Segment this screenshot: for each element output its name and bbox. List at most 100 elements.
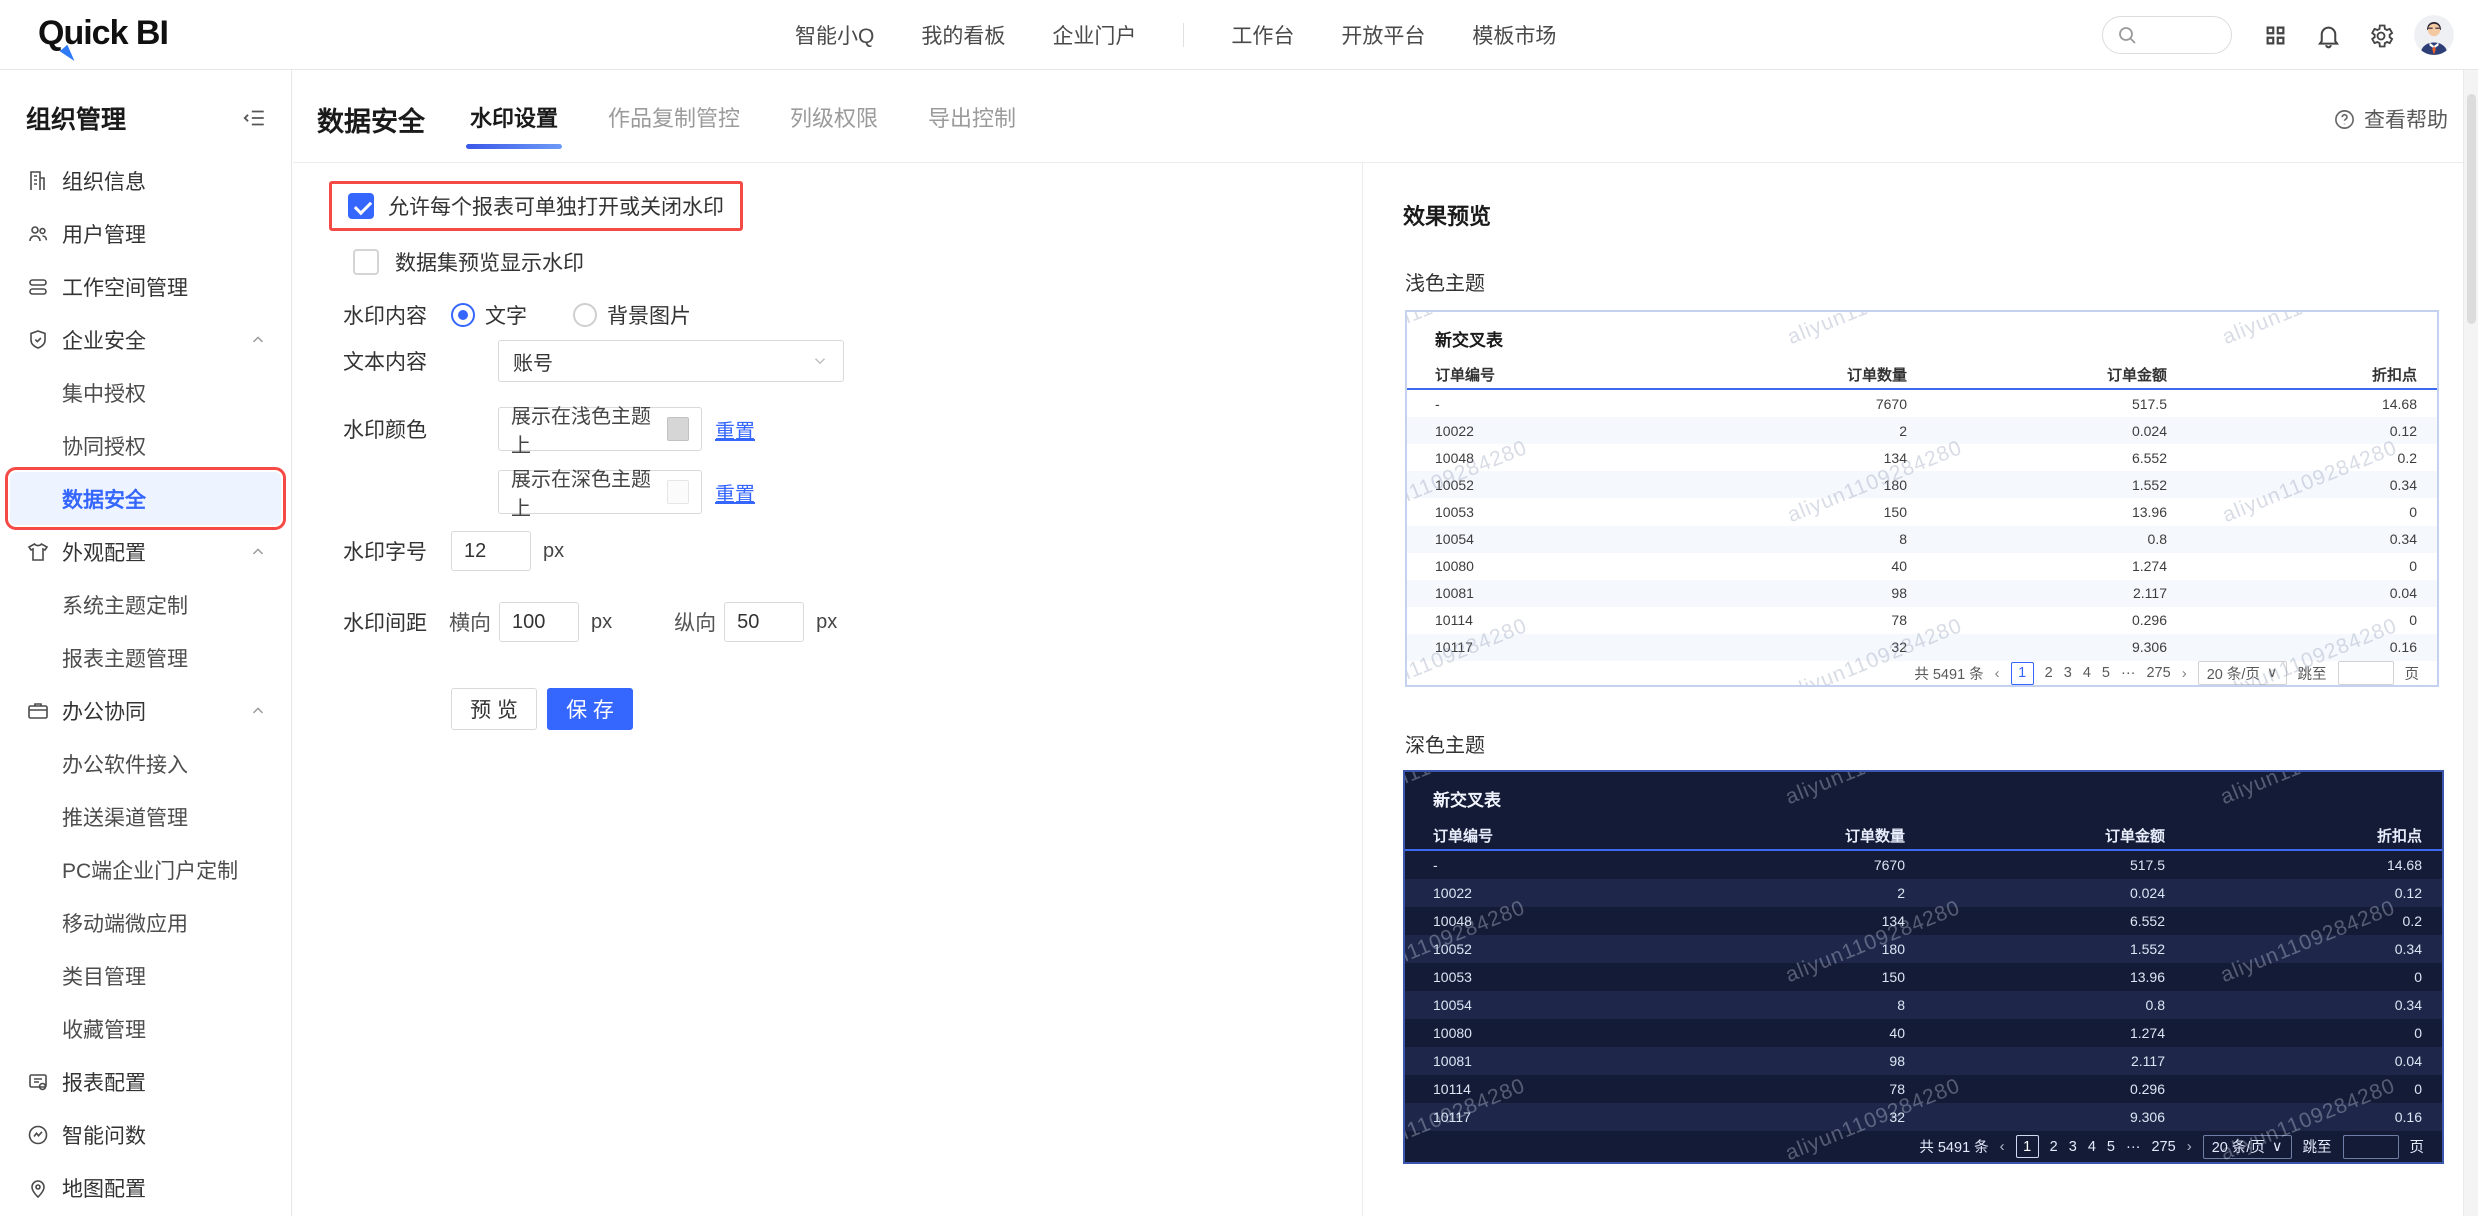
sidebar-item-label: 报表主题管理 bbox=[62, 647, 188, 671]
nav-item-3[interactable]: 工作台 bbox=[1231, 20, 1294, 50]
table-cell: 10054 bbox=[1435, 531, 1474, 548]
search-input[interactable] bbox=[2102, 16, 2232, 54]
font-size-input[interactable] bbox=[451, 531, 531, 571]
nav-item-2[interactable]: 企业门户 bbox=[1052, 20, 1136, 50]
table-cell: 10048 bbox=[1433, 913, 1472, 929]
page-number-3[interactable]: 3 bbox=[2064, 665, 2072, 681]
dataset-preview-checkbox[interactable] bbox=[353, 249, 379, 275]
page-size-select[interactable]: 20 条/页 ∨ bbox=[2197, 661, 2287, 685]
sidebar-item-11[interactable]: 办公软件接入 bbox=[10, 737, 281, 790]
watermark-color-light-row: 水印颜色 展示在浅色主题上 重置 bbox=[343, 406, 943, 457]
sidebar-item-label: 移动端微应用 bbox=[62, 912, 188, 936]
page-number-1[interactable]: 1 bbox=[2010, 661, 2034, 685]
page-number-2[interactable]: 2 bbox=[2045, 665, 2053, 681]
sidebar-item-18[interactable]: 智能问数 bbox=[10, 1108, 281, 1161]
workspace-icon bbox=[26, 275, 50, 299]
light-theme-label: 浅色主题 bbox=[1405, 273, 1485, 295]
page-size-select[interactable]: 20 条/页 ∨ bbox=[2202, 1134, 2292, 1159]
radio-background-image[interactable] bbox=[573, 303, 597, 327]
bell-icon[interactable] bbox=[2315, 22, 2342, 49]
nav-item-0[interactable]: 智能小Q bbox=[795, 20, 874, 50]
sidebar-item-17[interactable]: 报表配置 bbox=[10, 1055, 281, 1108]
appearance-icon bbox=[26, 540, 50, 564]
table-cell: 0.04 bbox=[2394, 1053, 2422, 1069]
table-row: 10114 78 0.296 0 bbox=[1405, 1075, 2442, 1103]
sidebar-item-6[interactable]: 数据安全 bbox=[5, 467, 286, 530]
page-number-4[interactable]: 4 bbox=[2083, 665, 2091, 681]
sidebar-item-2[interactable]: 工作空间管理 bbox=[10, 260, 281, 313]
table-row: 10048 134 6.552 0.2 bbox=[1407, 444, 2437, 471]
collapse-sidebar-icon[interactable] bbox=[241, 105, 267, 131]
jump-page-input[interactable] bbox=[2337, 661, 2394, 685]
tab-0[interactable]: 水印设置 bbox=[465, 70, 563, 163]
chevron-down-icon bbox=[811, 352, 829, 370]
scrollbar-track[interactable] bbox=[2463, 70, 2478, 1216]
page-number-4[interactable]: 4 bbox=[2088, 1139, 2096, 1155]
next-page-icon[interactable]: › bbox=[2187, 1138, 2192, 1155]
reset-dark-link[interactable]: 重置 bbox=[715, 478, 755, 507]
tab-2[interactable]: 列级权限 bbox=[790, 70, 878, 163]
radio-text-label[interactable]: 文字 bbox=[485, 300, 527, 330]
page-number-5[interactable]: 5 bbox=[2102, 665, 2110, 681]
radio-background-image-label[interactable]: 背景图片 bbox=[607, 300, 691, 330]
sidebar-item-7[interactable]: 外观配置 bbox=[10, 525, 281, 578]
table-cell: 7670 bbox=[1873, 857, 1905, 873]
sidebar-item-3[interactable]: 企业安全 bbox=[10, 313, 281, 366]
help-link[interactable]: 查看帮助 bbox=[2333, 104, 2448, 134]
sidebar-item-10[interactable]: 办公协同 bbox=[10, 684, 281, 737]
table-cell: 10052 bbox=[1435, 476, 1474, 493]
dark-theme-label: 深色主题 bbox=[1405, 735, 1485, 757]
page-number-5[interactable]: 5 bbox=[2107, 1139, 2115, 1155]
sidebar-item-13[interactable]: PC端企业门户定制 bbox=[10, 843, 281, 896]
sidebar-item-1[interactable]: 用户管理 bbox=[10, 207, 281, 260]
nav-item-5[interactable]: 模板市场 bbox=[1472, 20, 1556, 50]
dark-theme-color-swatch[interactable] bbox=[667, 480, 689, 504]
sidebar-item-4[interactable]: 集中授权 bbox=[10, 366, 281, 419]
sidebar-item-0[interactable]: 组织信息 bbox=[10, 154, 281, 207]
save-button[interactable]: 保 存 bbox=[547, 688, 633, 730]
next-page-icon[interactable]: › bbox=[2182, 665, 2187, 682]
chevron-up-icon[interactable] bbox=[249, 702, 267, 720]
sidebar-item-8[interactable]: 系统主题定制 bbox=[10, 578, 281, 631]
tab-3[interactable]: 导出控制 bbox=[928, 70, 1016, 163]
page-number-3[interactable]: 3 bbox=[2069, 1139, 2077, 1155]
scrollbar-thumb[interactable] bbox=[2467, 94, 2476, 324]
quickbi-logo[interactable]: Quick BI bbox=[38, 14, 169, 65]
nav-item-1[interactable]: 我的看板 bbox=[921, 20, 1005, 50]
sidebar-item-15[interactable]: 类目管理 bbox=[10, 949, 281, 1002]
avatar[interactable] bbox=[2414, 15, 2454, 55]
prev-page-icon[interactable]: ‹ bbox=[1995, 665, 2000, 682]
preview-button[interactable]: 预 览 bbox=[451, 688, 537, 730]
chevron-up-icon[interactable] bbox=[249, 331, 267, 349]
radio-text[interactable] bbox=[451, 303, 475, 327]
sidebar-item-5[interactable]: 协同授权 bbox=[10, 419, 281, 472]
nav-item-4[interactable]: 开放平台 bbox=[1341, 20, 1425, 50]
light-theme-color-swatch[interactable] bbox=[667, 417, 689, 441]
chevron-up-icon[interactable] bbox=[249, 543, 267, 561]
sidebar-item-label: PC端企业门户定制 bbox=[62, 859, 239, 883]
page-number-2[interactable]: 2 bbox=[2050, 1139, 2058, 1155]
sidebar-item-label: 报表配置 bbox=[62, 1071, 146, 1095]
page-number-last[interactable]: 275 bbox=[2146, 665, 2170, 681]
dark-theme-color-box: 展示在深色主题上 bbox=[498, 469, 702, 520]
gear-icon[interactable] bbox=[2367, 22, 2395, 50]
text-content-select[interactable]: 账号 bbox=[498, 340, 844, 382]
jump-page-input[interactable] bbox=[2342, 1134, 2399, 1159]
preview-heading: 效果预览 bbox=[1403, 204, 1492, 229]
sidebar-item-14[interactable]: 移动端微应用 bbox=[10, 896, 281, 949]
column-header: 折扣点 bbox=[2376, 827, 2422, 845]
horizontal-spacing-input[interactable] bbox=[499, 602, 579, 642]
prev-page-icon[interactable]: ‹ bbox=[2000, 1138, 2005, 1155]
sidebar-item-16[interactable]: 收藏管理 bbox=[10, 1002, 281, 1055]
sidebar-item-9[interactable]: 报表主题管理 bbox=[10, 631, 281, 684]
sidebar-item-12[interactable]: 推送渠道管理 bbox=[10, 790, 281, 843]
page-number-last[interactable]: 275 bbox=[2151, 1139, 2175, 1155]
page-number-1[interactable]: 1 bbox=[2015, 1135, 2039, 1158]
apps-grid-icon[interactable] bbox=[2262, 22, 2289, 49]
table-cell: 32 bbox=[1889, 1109, 1905, 1125]
reset-light-link[interactable]: 重置 bbox=[715, 415, 755, 444]
sidebar-item-19[interactable]: 地图配置 bbox=[10, 1161, 281, 1214]
allow-watermark-checkbox[interactable] bbox=[348, 193, 374, 219]
vertical-spacing-input[interactable] bbox=[724, 602, 805, 642]
tab-1[interactable]: 作品复制管控 bbox=[608, 70, 740, 163]
